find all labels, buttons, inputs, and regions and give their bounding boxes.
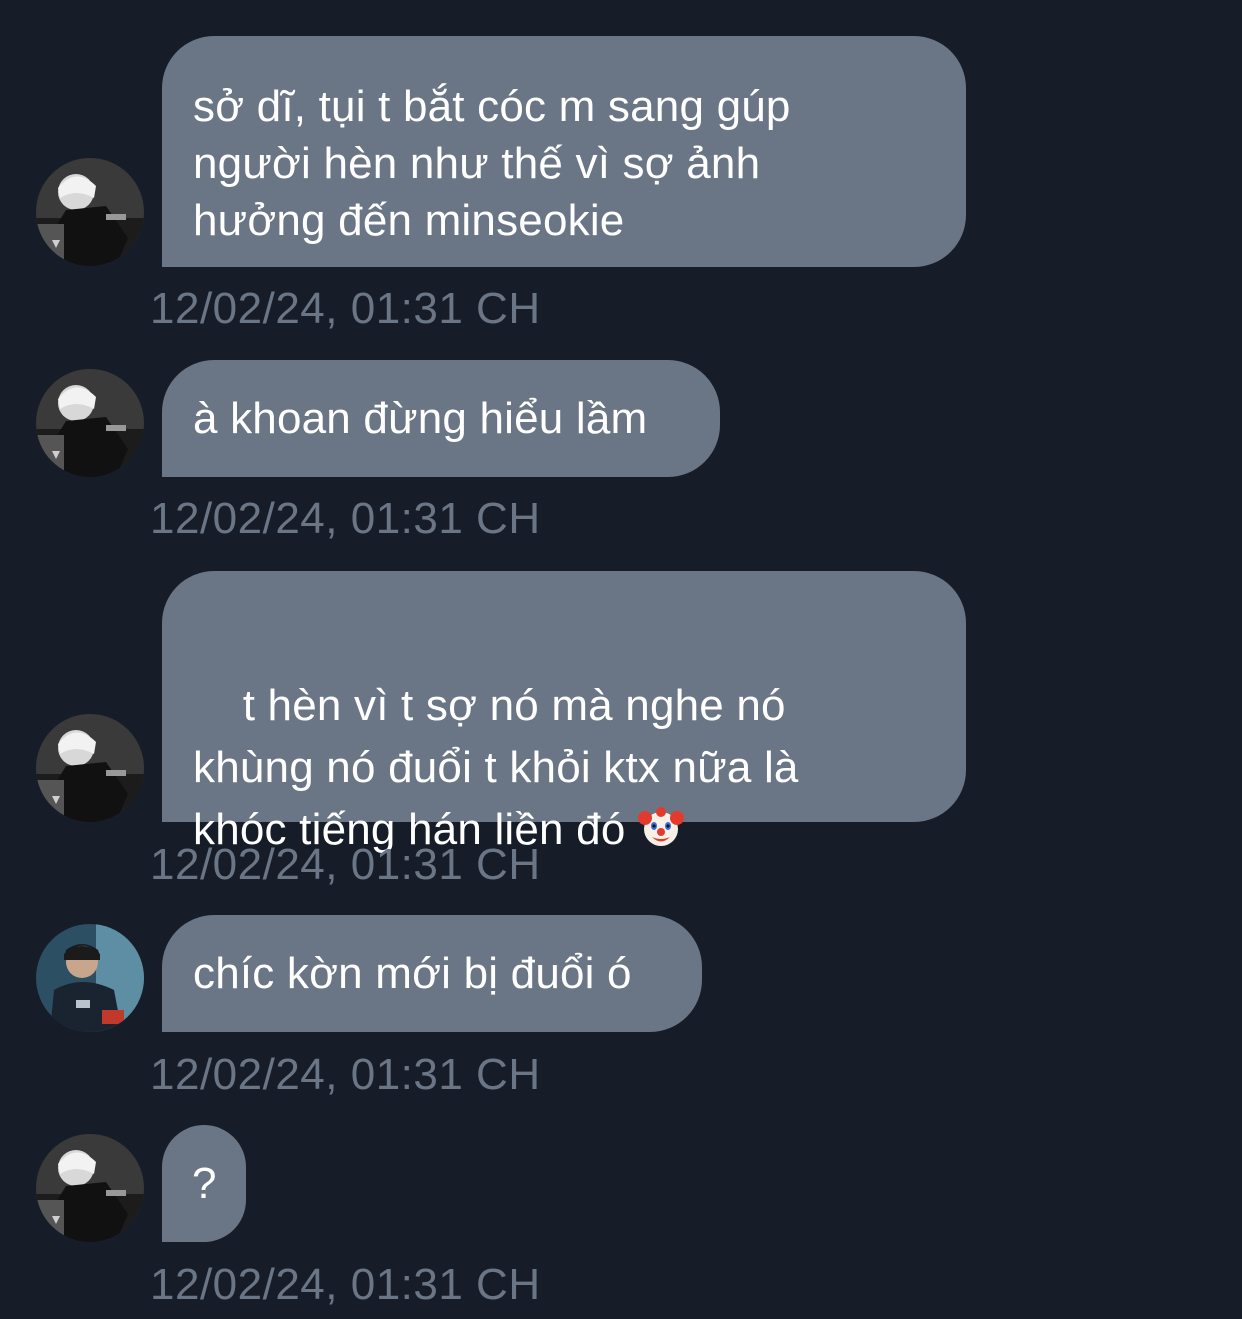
message-timestamp: 12/02/24, 01:31 CH	[150, 1050, 541, 1099]
message-text: t hèn vì t sợ nó mà nghe nó khùng nó đuổ…	[193, 681, 799, 854]
avatar-friend[interactable]	[36, 1134, 144, 1242]
message-timestamp: 12/02/24, 01:31 CH	[150, 494, 541, 543]
avatar-friend[interactable]	[36, 158, 144, 266]
message-bubble[interactable]: chíc kờn mới bị đuổi ó	[162, 915, 702, 1032]
message-timestamp: 12/02/24, 01:31 CH	[150, 1260, 541, 1309]
message-bubble[interactable]: à khoan đừng hiểu lầm	[162, 360, 720, 477]
message-bubble[interactable]: sở dĩ, tụi t bắt cóc m sang gúp người hè…	[162, 36, 966, 267]
message-timestamp: 12/02/24, 01:31 CH	[150, 840, 541, 889]
message-timestamp: 12/02/24, 01:31 CH	[150, 284, 541, 333]
chat-thread: sở dĩ, tụi t bắt cóc m sang gúp người hè…	[0, 0, 1242, 1319]
message-bubble[interactable]: t hèn vì t sợ nó mà nghe nó khùng nó đuổ…	[162, 571, 966, 854]
avatar-friend[interactable]	[36, 714, 144, 822]
clown-face-emoji	[637, 804, 684, 850]
avatar-other[interactable]	[36, 924, 144, 1032]
message-bubble[interactable]: ?	[162, 1125, 246, 1242]
avatar-friend[interactable]	[36, 369, 144, 477]
